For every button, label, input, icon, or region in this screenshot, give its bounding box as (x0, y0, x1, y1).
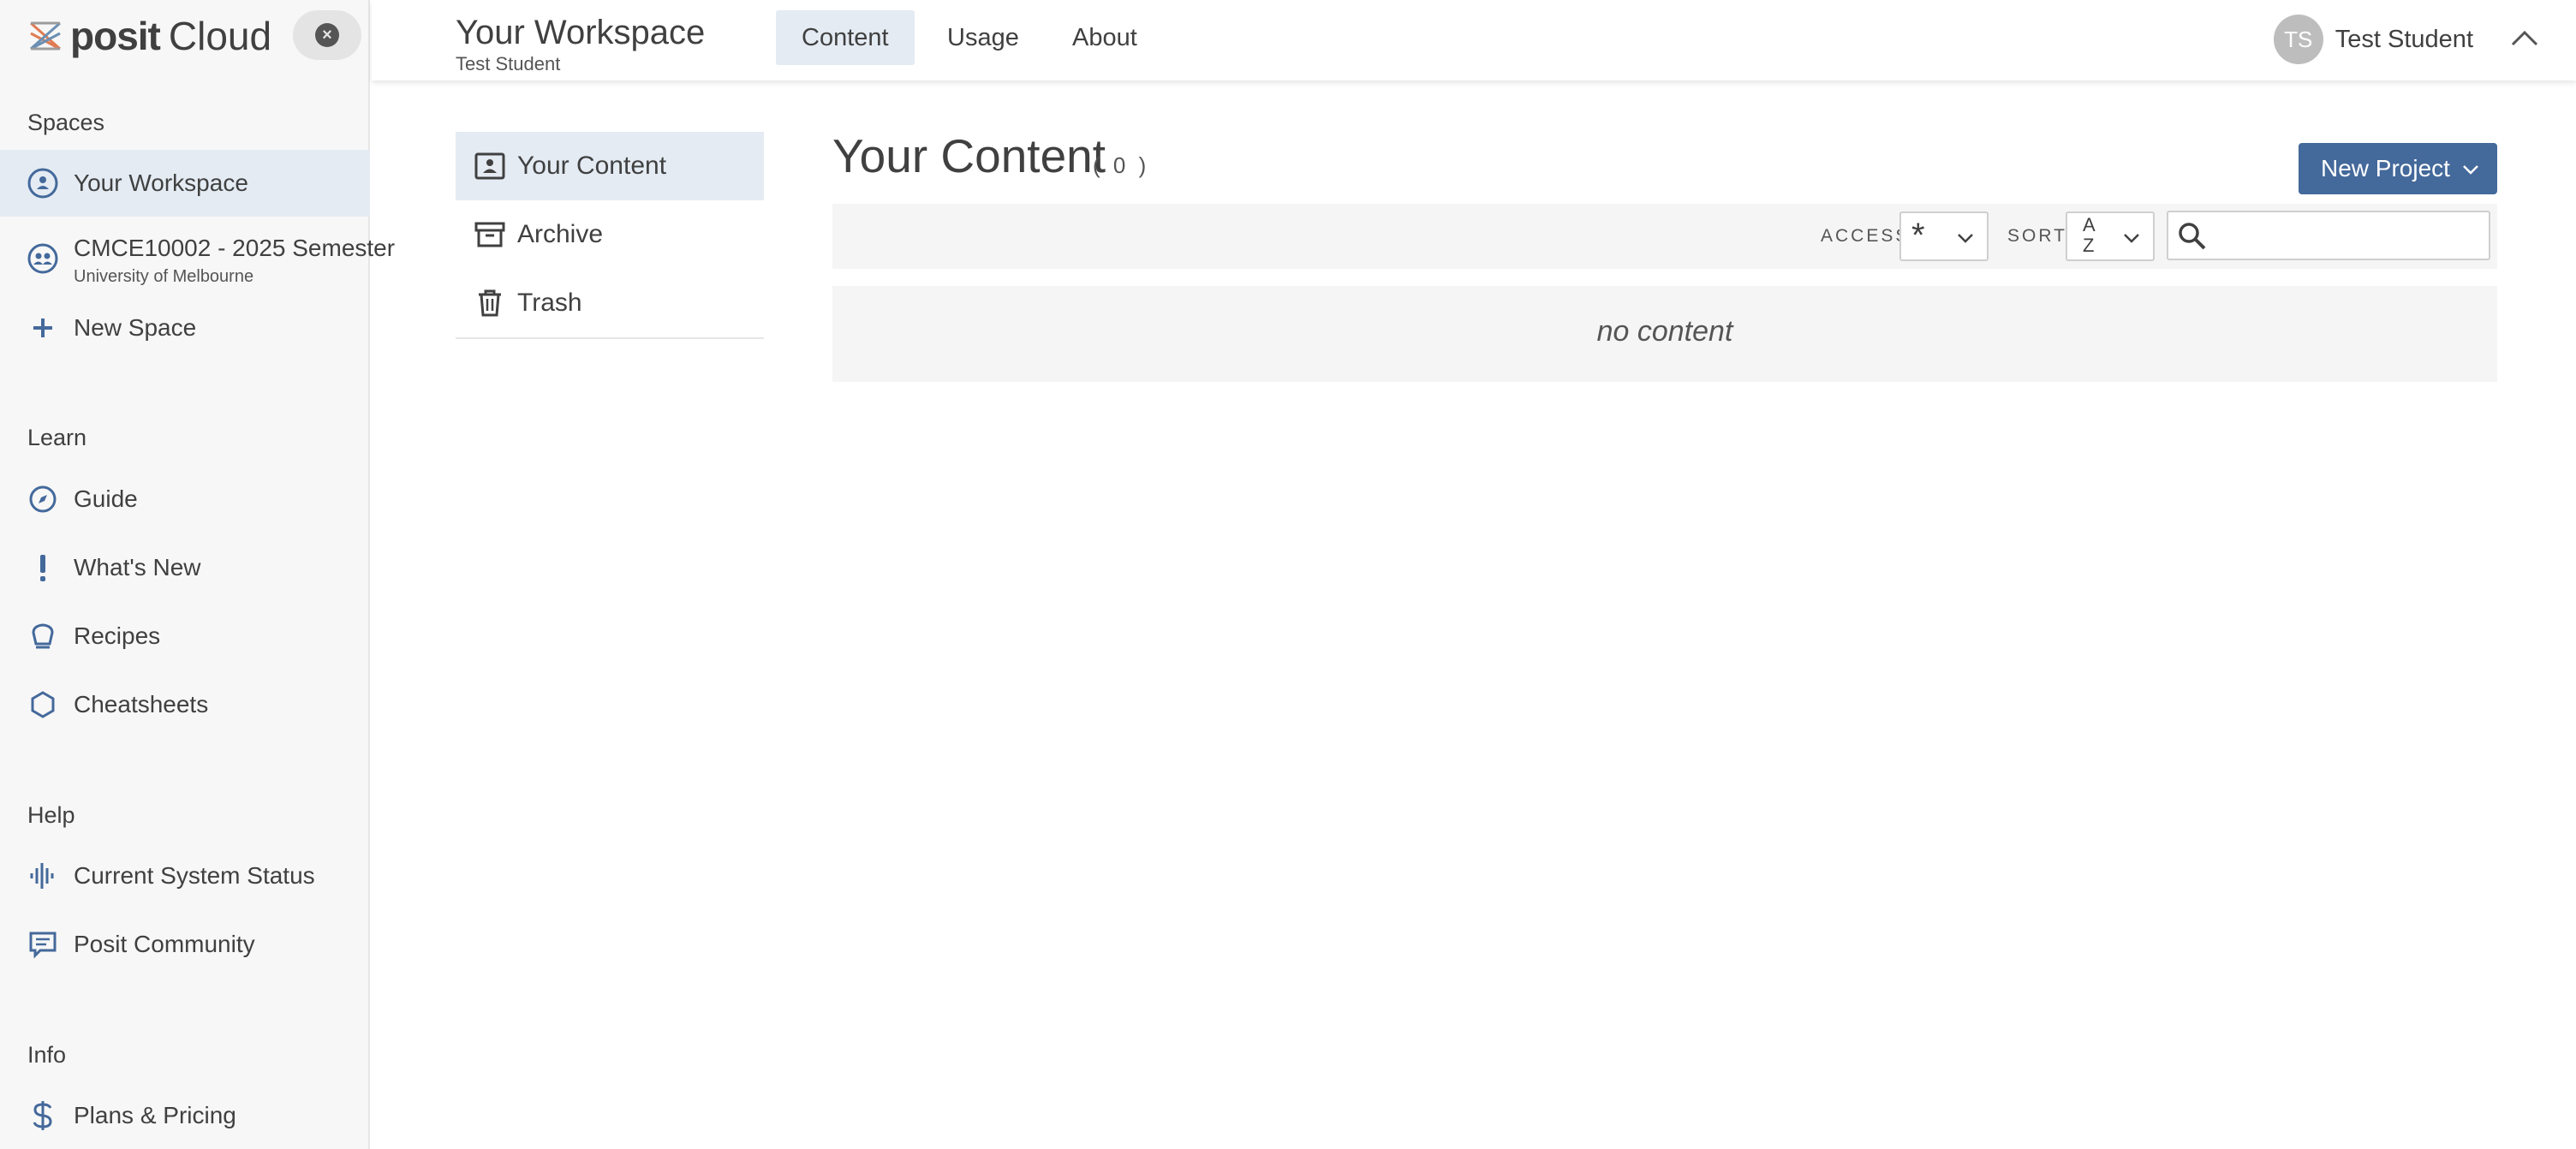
chat-icon (26, 927, 60, 961)
tab-about[interactable]: About (1046, 10, 1163, 65)
group-icon (26, 241, 60, 276)
sort-label: SORT (2007, 226, 2067, 246)
sidebar-item-label: New Space (74, 314, 197, 341)
section-title-help: Help (27, 802, 75, 828)
sidebar-item-your-workspace[interactable]: Your Workspace (0, 150, 370, 217)
sidebar-item-label: Plans & Pricing (74, 1102, 236, 1128)
archive-box-icon (473, 217, 507, 252)
chef-hat-icon (26, 619, 60, 653)
hexagon-icon (26, 688, 60, 722)
logo-posit-text: posit (70, 14, 161, 58)
sidebar: posit Cloud × Spaces Your Workspace CMCE… (0, 0, 395, 1149)
sidebar-item-label: Cheatsheets (74, 691, 209, 717)
sidebar-item-whats-new[interactable]: What's New (0, 534, 370, 601)
close-sidebar-button[interactable]: × (293, 10, 361, 60)
content-nav: Your Content Archive Trash (456, 132, 764, 339)
sidebar-item-sublabel: University of Melbourne (74, 267, 254, 286)
sidebar-item-new-space[interactable]: New Space (0, 295, 370, 361)
content-count: ( 0 ) (1093, 152, 1150, 178)
avatar: TS (2273, 15, 2323, 64)
sidebar-item-label: Current System Status (74, 862, 315, 889)
sidebar-item-posit-community[interactable]: Posit Community (0, 911, 370, 978)
tab-usage[interactable]: Usage (921, 10, 1045, 65)
sidebar-item-label: Recipes (74, 622, 161, 649)
section-title-learn: Learn (27, 425, 87, 450)
sidebar-item-recipes[interactable]: Recipes (0, 603, 370, 670)
compass-icon (26, 482, 60, 516)
content-nav-archive[interactable]: Archive (456, 200, 764, 269)
chevron-down-icon (2463, 165, 2478, 175)
empty-state-text: no content (1596, 315, 1733, 348)
exclamation-icon (26, 551, 60, 585)
new-project-button[interactable]: New Project (2299, 143, 2497, 194)
tab-content[interactable]: Content (776, 10, 915, 65)
sidebar-item-label: Guide (74, 485, 138, 512)
pulse-icon (26, 859, 60, 893)
content-list: no content (832, 286, 2497, 382)
chevron-down-icon (2124, 234, 2139, 243)
sidebar-item-label: Posit Community (74, 931, 255, 957)
content-nav-trash[interactable]: Trash (456, 269, 764, 337)
page-title: Your Workspace (456, 14, 706, 51)
posit-logo-icon (30, 21, 61, 51)
sort-az-bottom: Z (2083, 235, 2095, 256)
search-input[interactable] (2216, 217, 2482, 253)
search-icon (2179, 223, 2206, 250)
section-title-spaces: Spaces (27, 110, 105, 135)
sidebar-item-system-status[interactable]: Current System Status (0, 842, 370, 909)
sort-select[interactable]: A Z (2066, 211, 2155, 261)
sidebar-item-label: Your Workspace (74, 170, 248, 196)
content-nav-label: Your Content (517, 152, 667, 180)
content-nav-your-content[interactable]: Your Content (456, 132, 764, 200)
trash-icon (473, 286, 507, 320)
sidebar-item-guide[interactable]: Guide (0, 466, 370, 533)
asterisk-icon: * (1911, 217, 1925, 254)
close-icon: × (315, 23, 339, 47)
new-project-label: New Project (2321, 155, 2450, 182)
access-label: ACCESS (1821, 226, 1911, 246)
chevron-up-icon[interactable] (2507, 22, 2542, 57)
sidebar-item-label: CMCE10002 - 2025 Semester (74, 235, 396, 261)
user-menu[interactable]: TS Test Student (2273, 14, 2542, 65)
sidebar-item-cmce10002[interactable]: CMCE10002 - 2025 Semester University of … (0, 224, 395, 293)
chevron-down-icon (1958, 234, 1973, 243)
content-nav-label: Archive (517, 220, 604, 248)
plus-icon (26, 311, 60, 345)
page-subtitle: Test Student (456, 53, 561, 74)
person-circle-icon (26, 166, 60, 200)
search-field[interactable] (2167, 211, 2490, 260)
sort-az-top: A (2083, 214, 2096, 235)
user-name: Test Student (2334, 25, 2473, 53)
person-badge-icon (473, 149, 507, 183)
posit-cloud-logo[interactable]: posit Cloud (26, 10, 271, 62)
top-header: Your Workspace Test Student Content Usag… (372, 0, 2576, 80)
section-title-info: Info (27, 1042, 67, 1068)
content-nav-label: Trash (517, 289, 582, 317)
access-filter-select[interactable]: * (1899, 211, 1989, 261)
sidebar-item-plans-pricing[interactable]: Plans & Pricing (0, 1082, 370, 1149)
sidebar-item-label: What's New (74, 554, 201, 580)
dollar-icon (26, 1098, 60, 1133)
content-title: Your Content (832, 129, 1106, 182)
content-toolbar: ACCESS * SORT A Z (832, 204, 2497, 269)
sidebar-item-cheatsheets[interactable]: Cheatsheets (0, 671, 370, 738)
logo-cloud-text: Cloud (168, 14, 272, 58)
